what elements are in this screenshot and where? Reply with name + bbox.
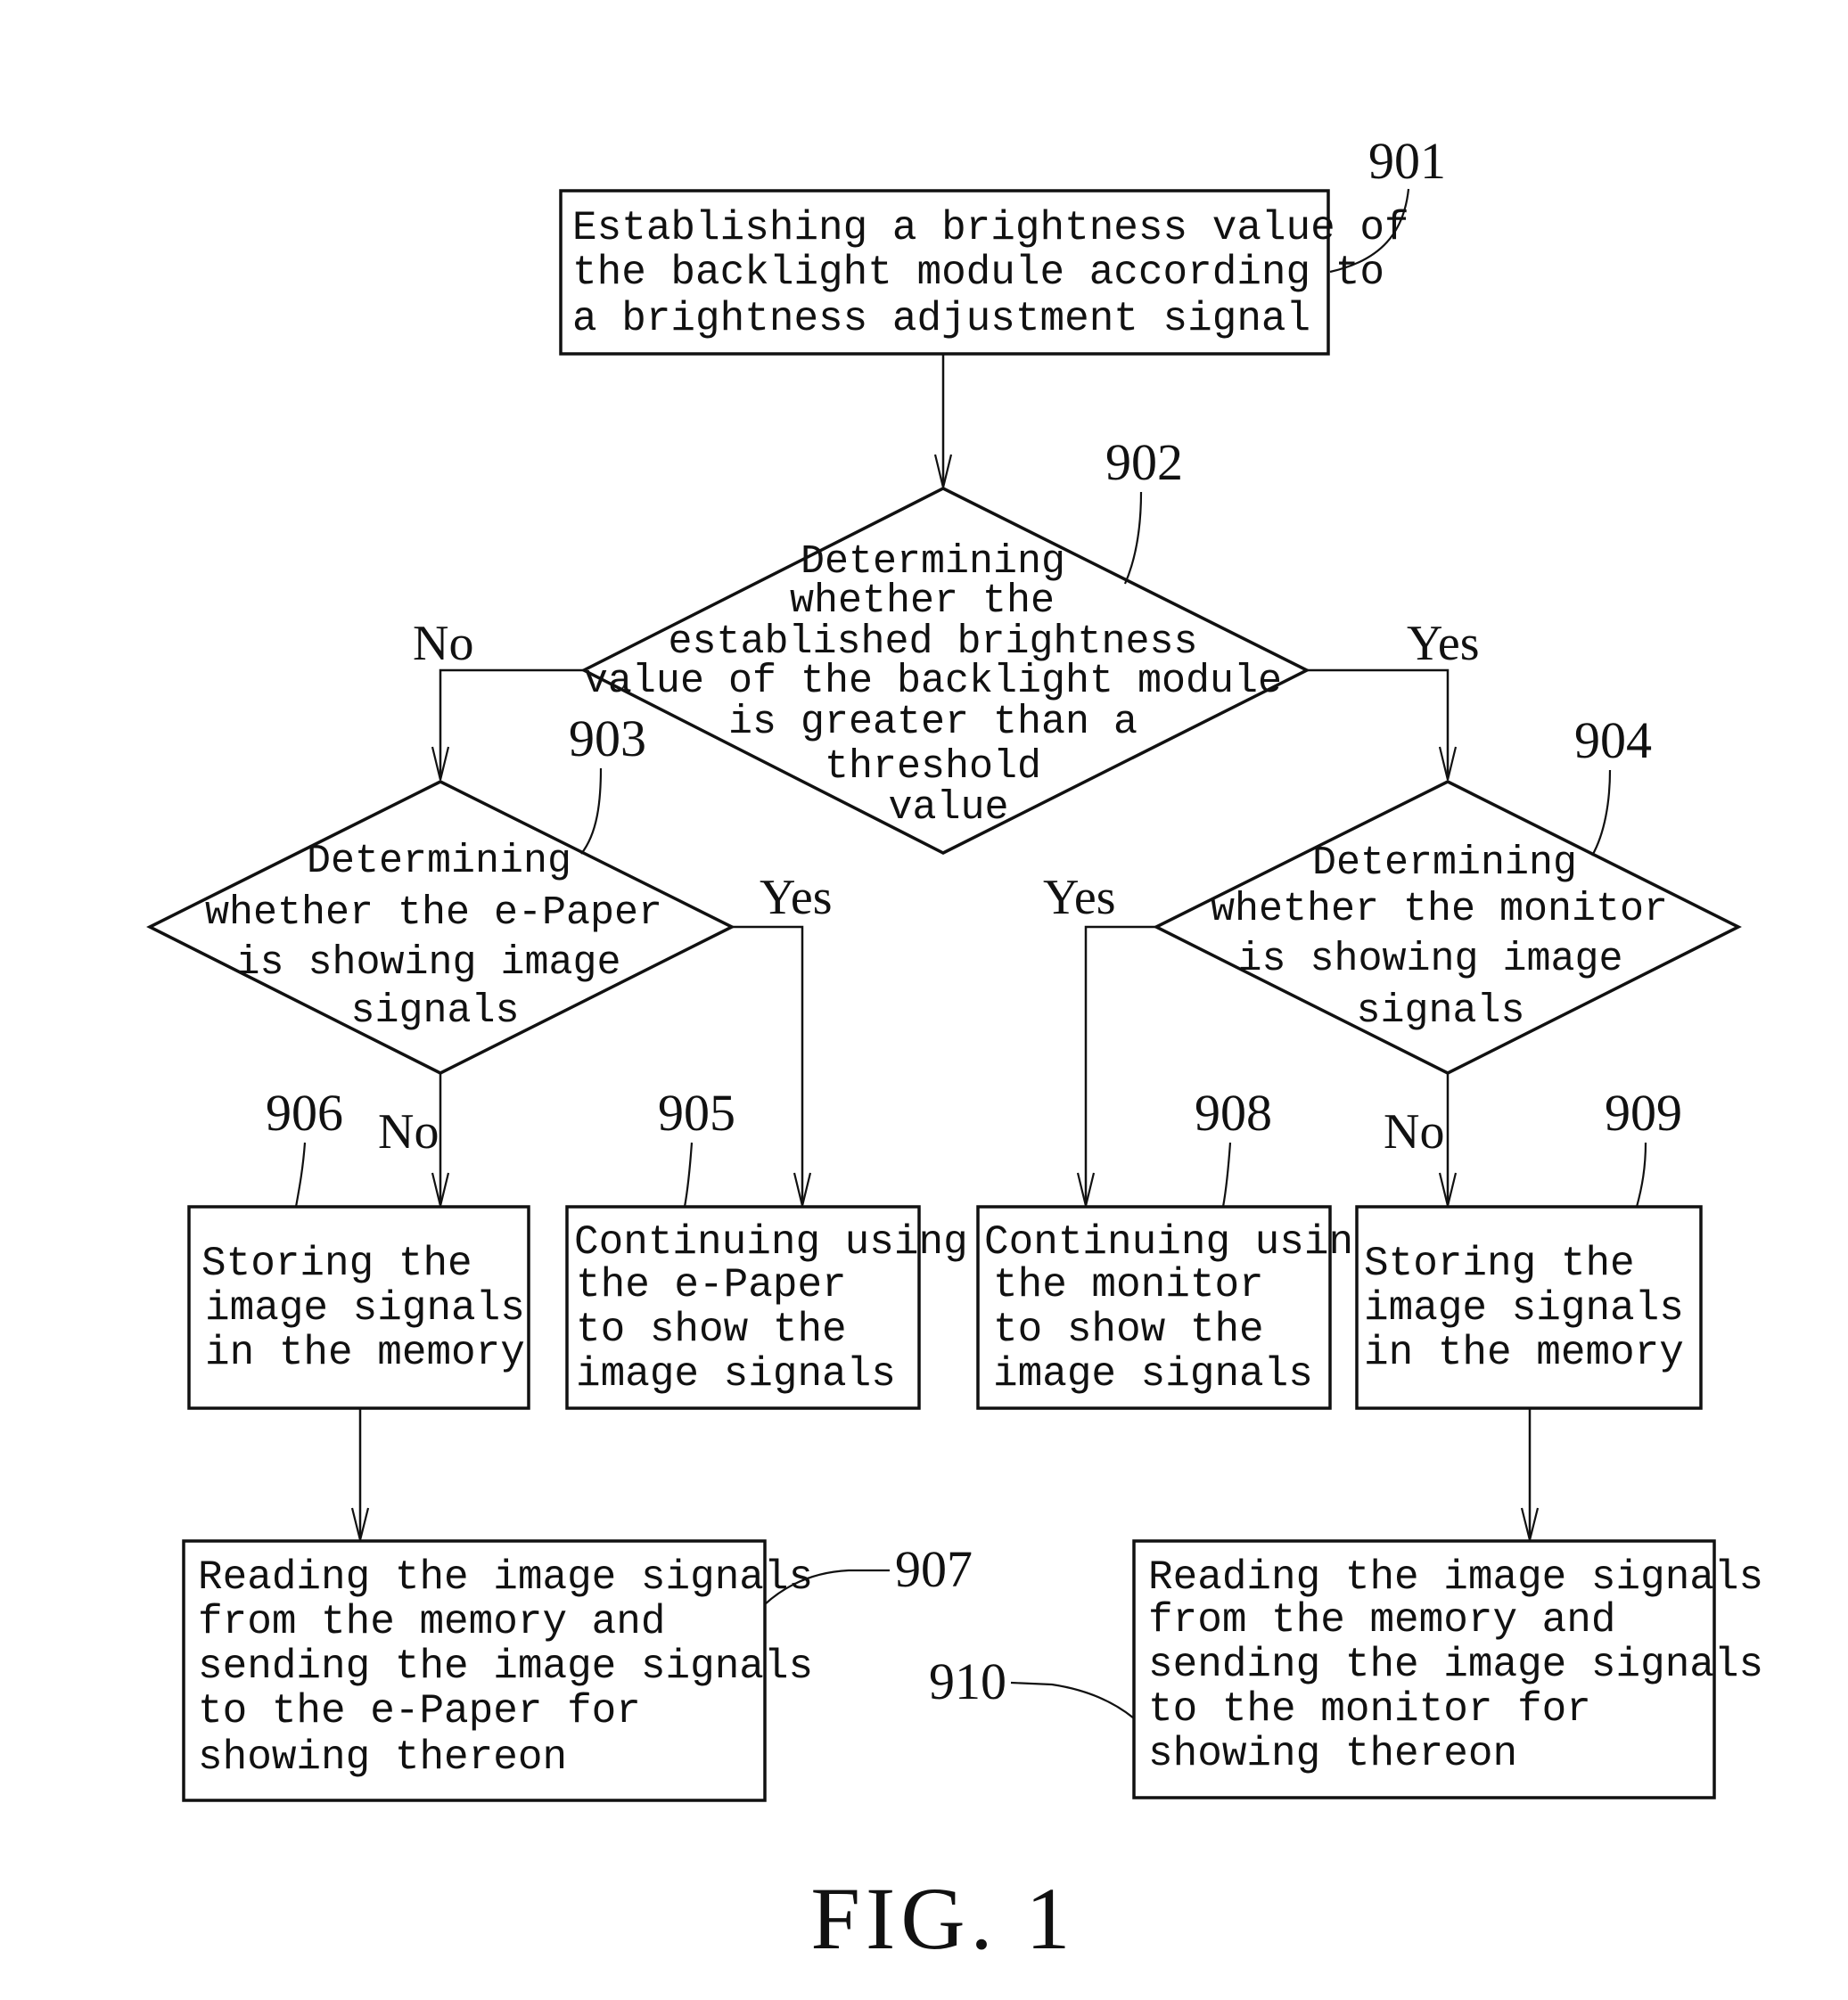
step-909-text: Storing the image signals in the memory xyxy=(1364,1241,1708,1376)
ref-label-901: 901 xyxy=(1368,132,1446,190)
text-line: showing thereon xyxy=(198,1734,567,1781)
text-line: in the memory xyxy=(1364,1330,1684,1376)
ref-label-905: 905 xyxy=(658,1084,735,1142)
text-line: threshold xyxy=(825,744,1041,790)
ref-label-904: 904 xyxy=(1574,711,1652,769)
text-line: the e-Paper xyxy=(576,1262,847,1308)
text-line: is showing image xyxy=(1237,937,1622,982)
step-902: Determining whether the established brig… xyxy=(580,433,1310,855)
arrow-904-908: Yes xyxy=(1043,870,1156,1207)
ref-label-909: 909 xyxy=(1605,1084,1682,1142)
arrow-904-909: No xyxy=(1384,1073,1458,1207)
ref-label-902: 902 xyxy=(1105,433,1183,491)
text-line: sending the image signals xyxy=(198,1643,813,1690)
step-902-text: Determining whether the established brig… xyxy=(584,539,1306,831)
text-line: Establishing a brightness value of xyxy=(572,205,1409,251)
text-line: image signals xyxy=(205,1285,525,1332)
text-line: Determining xyxy=(1312,840,1577,886)
arrow-903-905: Yes xyxy=(732,870,832,1207)
text-line: is showing image xyxy=(235,940,620,986)
step-907: Reading the image signals from the memor… xyxy=(182,1539,973,1802)
leader-line-906 xyxy=(294,1142,307,1208)
ref-label-908: 908 xyxy=(1195,1084,1272,1142)
text-line: Continuing using xyxy=(984,1219,1378,1266)
step-908-text: Continuing using the monitor to show the… xyxy=(984,1219,1402,1398)
text-line: Storing the xyxy=(1364,1241,1635,1287)
text-line: to the monitor for xyxy=(1148,1686,1591,1733)
ref-label-906: 906 xyxy=(266,1084,343,1142)
flowchart: Establishing a brightness value of the b… xyxy=(146,132,1763,1968)
arrow-909-910 xyxy=(1520,1408,1540,1541)
text-line: is greater than a xyxy=(728,700,1138,745)
ref-label-903: 903 xyxy=(569,709,646,767)
text-line: Reading the image signals xyxy=(198,1554,813,1601)
ref-label-910: 910 xyxy=(929,1652,1006,1710)
text-line: image signals xyxy=(576,1351,896,1398)
text-line: whether the monitor xyxy=(1211,887,1668,932)
figure-caption: FIG. 1 xyxy=(810,1869,1075,1968)
step-905: Continuing using the e-Paper to show the… xyxy=(565,1084,992,1410)
step-910: Reading the image signals from the memor… xyxy=(929,1539,1763,1799)
leader-line-905 xyxy=(683,1142,694,1208)
text-line: value of the backlight module xyxy=(584,659,1282,704)
arrow-901-902 xyxy=(933,354,953,488)
ref-label-907: 907 xyxy=(895,1540,973,1598)
arrow-902-903: No xyxy=(413,616,584,781)
branch-label-903-yes: Yes xyxy=(760,870,832,925)
step-901: Establishing a brightness value of the b… xyxy=(559,132,1446,356)
text-line: a brightness adjustment signal xyxy=(572,296,1310,342)
text-line: signals xyxy=(1356,988,1524,1034)
text-line: image signals xyxy=(1364,1285,1684,1332)
leader-line-902 xyxy=(1123,491,1143,585)
text-line: the backlight module according to xyxy=(572,250,1384,296)
branch-label-902-no: No xyxy=(413,616,473,671)
text-line: Reading the image signals xyxy=(1148,1554,1763,1601)
step-905-text: Continuing using the e-Paper to show the… xyxy=(574,1219,992,1398)
text-line: whether the xyxy=(790,578,1055,624)
text-line: the monitor xyxy=(993,1262,1264,1308)
text-line: whether the e-Paper xyxy=(205,890,662,936)
branch-label-903-no: No xyxy=(378,1104,439,1160)
step-901-text: Establishing a brightness value of the b… xyxy=(572,205,1433,342)
branch-label-904-no: No xyxy=(1384,1104,1444,1160)
text-line: from the memory and xyxy=(198,1599,666,1645)
text-line: in the memory xyxy=(205,1330,525,1376)
text-line: to show the xyxy=(576,1307,847,1353)
step-906: Storing the image signals in the memory … xyxy=(187,1084,530,1410)
branch-label-902-yes: Yes xyxy=(1407,616,1479,671)
text-line: image signals xyxy=(993,1351,1313,1398)
text-line: from the memory and xyxy=(1148,1597,1616,1643)
text-line: to the e-Paper for xyxy=(198,1688,641,1734)
text-line: Continuing using xyxy=(574,1219,968,1266)
text-line: value xyxy=(888,785,1008,831)
text-line: to show the xyxy=(993,1307,1264,1353)
arrow-906-907 xyxy=(350,1408,370,1541)
step-908: Continuing using the monitor to show the… xyxy=(976,1084,1402,1410)
text-line: Storing the xyxy=(201,1241,472,1287)
text-line: signals xyxy=(350,988,519,1034)
leader-line-909 xyxy=(1635,1142,1647,1208)
leader-line-910 xyxy=(1010,1681,1135,1719)
arrow-902-904: Yes xyxy=(1307,616,1479,781)
text-line: showing thereon xyxy=(1148,1731,1517,1777)
text-line: Determining xyxy=(307,839,571,884)
text-line: sending the image signals xyxy=(1148,1642,1763,1688)
leader-line-908 xyxy=(1221,1142,1232,1208)
branch-label-904-yes: Yes xyxy=(1043,870,1115,925)
arrow-903-906: No xyxy=(378,1073,450,1207)
